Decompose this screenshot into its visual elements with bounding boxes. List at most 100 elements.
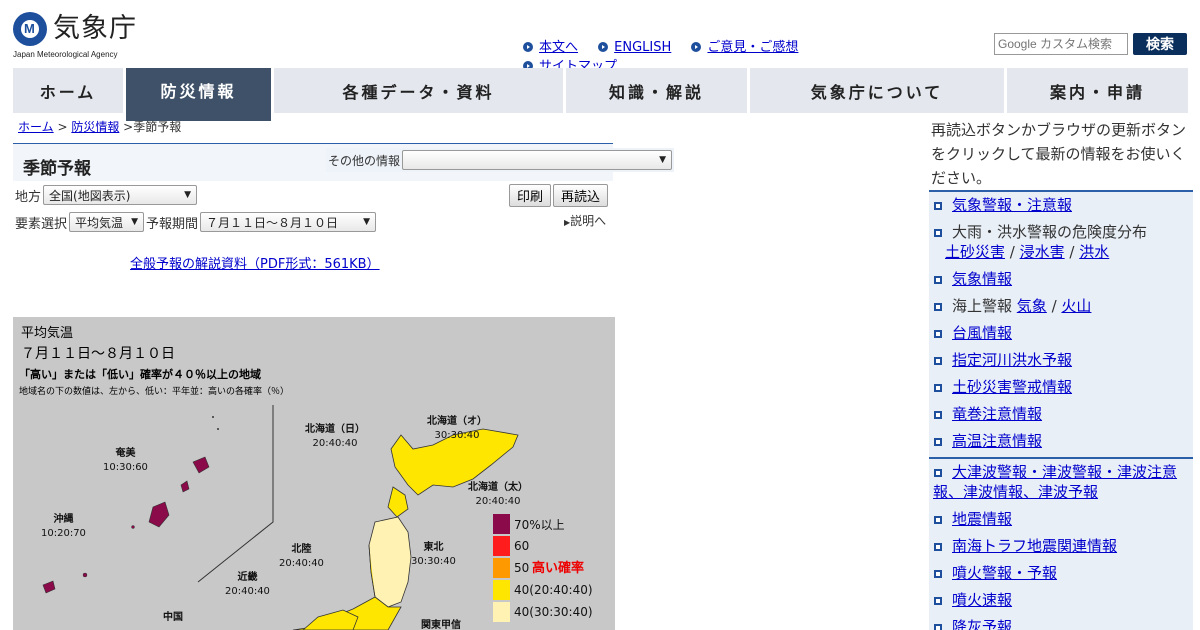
sidebar-item-ashfall[interactable]: 降灰予報 [929, 614, 1193, 630]
sidebar-item-tsunami[interactable]: 大津波警報・津波警報・津波注意報、津波情報、津波予報 [929, 459, 1193, 506]
logo-subtitle: Japan Meteorological Agency [13, 50, 118, 59]
breadcrumb-current: 季節予報 [133, 120, 182, 134]
other-info-select[interactable]: ▼ [402, 150, 673, 170]
nav-knowledge[interactable]: 知識・解説 [566, 68, 750, 113]
sidebar-link-kishou[interactable]: 気象 [1017, 297, 1047, 315]
print-button[interactable]: 印刷 [509, 184, 552, 207]
bullet-icon [934, 624, 942, 630]
sidebar-link-shinsui[interactable]: 浸水害 [1020, 243, 1065, 261]
bullet-icon [934, 229, 942, 237]
map-note: 地域名の下の数値は、左から、低い：平年並：高いの各確率（％） [19, 387, 290, 397]
reload-note: 再読込ボタンかブラウザの更新ボタンをクリックして最新の情報をお使いください。 [929, 118, 1193, 192]
breadcrumb-bosai[interactable]: 防災情報 [71, 120, 119, 134]
breadcrumb-sep: > [53, 120, 72, 134]
sidebar-link-dosha[interactable]: 土砂災害 [945, 243, 1005, 261]
region-label-kinki: 近畿 20:40:40 [225, 572, 270, 597]
region-label-tohoku: 東北 30:30:40 [411, 542, 456, 567]
bullet-icon [934, 303, 942, 311]
arrow-bullet-icon [691, 42, 702, 52]
element-period-control: 要素選択 平均気温 ▼ 予報期間 ７月１１日～８月１０日 ▼ [15, 212, 377, 232]
bullet-icon [934, 438, 942, 446]
sidebar-link[interactable]: 気象情報 [952, 270, 1012, 288]
legend-item: 40(20:40:40) [493, 579, 593, 601]
sidebar: 再読込ボタンかブラウザの更新ボタンをクリックして最新の情報をお使いください。 気… [929, 118, 1193, 630]
period-select[interactable]: ７月１１日～８月１０日 ▼ [200, 212, 377, 232]
sidebar-item-warnings[interactable]: 気象警報・注意報 [929, 192, 1193, 219]
sidebar-link[interactable]: 気象警報・注意報 [952, 196, 1072, 214]
sidebar-menu: 気象警報・注意報 大雨・洪水警報の危険度分布 土砂災害 / 浸水害 / 洪水 気… [929, 192, 1193, 630]
sidebar-item-flood[interactable]: 指定河川洪水予報 [929, 347, 1193, 374]
bullet-icon [934, 469, 942, 477]
bullet-icon [934, 516, 942, 524]
sidebar-item-volcano-warning[interactable]: 噴火警報・予報 [929, 560, 1193, 587]
nav-guide[interactable]: 案内・申請 [1007, 68, 1188, 113]
sidebar-link[interactable]: 噴火警報・予報 [952, 564, 1057, 582]
region-label-okinawa: 沖縄 10:20:70 [41, 514, 86, 539]
sidebar-link[interactable]: 大津波警報・津波警報・津波注意報、津波情報、津波予報 [933, 463, 1177, 501]
sidebar-link[interactable]: 降灰予報 [952, 618, 1012, 630]
sidebar-link-kazan[interactable]: 火山 [1061, 297, 1091, 315]
bullet-icon [934, 357, 942, 365]
region-select[interactable]: 全国(地図表示) ▼ [43, 185, 198, 205]
sidebar-item-landslide[interactable]: 土砂災害警戒情報 [929, 374, 1193, 401]
sidebar-item-eruption-flash[interactable]: 噴火速報 [929, 587, 1193, 614]
action-buttons: 印刷 再読込 [509, 184, 609, 207]
period-select-value: ７月１１日～８月１０日 [206, 215, 339, 230]
region-label-kanto: 関東甲信 [421, 620, 461, 630]
bullet-icon [934, 543, 942, 551]
dropdown-arrow-icon: ▼ [363, 217, 371, 227]
sidebar-link[interactable]: 噴火速報 [952, 591, 1012, 609]
legend-swatch [493, 514, 510, 534]
page-title: 季節予報 [23, 159, 91, 179]
jma-logo-icon [13, 12, 47, 46]
sidebar-label: 大雨・洪水警報の危険度分布 [952, 223, 1148, 241]
sidebar-item-nankai[interactable]: 南海トラフ地震関連情報 [929, 533, 1193, 560]
search-input[interactable] [994, 33, 1128, 55]
sidebar-link-kouzui[interactable]: 洪水 [1079, 243, 1109, 261]
nav-bosai[interactable]: 防災情報 [126, 68, 274, 121]
search-button[interactable]: 検索 [1133, 33, 1187, 55]
region-label-hokkaido-n: 北海道（日） 20:40:40 [305, 424, 365, 449]
sidebar-label: 海上警報 [952, 297, 1013, 315]
global-nav: ホーム 防災情報 各種データ・資料 知識・解説 気象庁について 案内・申請 [13, 68, 1188, 121]
english-link[interactable]: ENGLISH [614, 40, 671, 55]
element-select[interactable]: 平均気温 ▼ [69, 212, 145, 232]
legend-item: 70%以上 [493, 513, 593, 535]
explain-link-label: 説明へ [570, 214, 607, 228]
sidebar-link[interactable]: 高温注意情報 [952, 432, 1042, 450]
breadcrumb-home[interactable]: ホーム [18, 120, 54, 134]
feedback-link[interactable]: ご意見・ご感想 [707, 40, 798, 55]
legend-high-probability: 高い確率 [532, 561, 585, 576]
sidebar-link[interactable]: 竜巻注意情報 [952, 405, 1042, 423]
sidebar-link[interactable]: 台風情報 [952, 324, 1012, 342]
skip-to-content-link[interactable]: 本文へ [539, 40, 578, 55]
site-header: 気象庁 Japan Meteorological Agency 本文へ ENGL… [0, 0, 1200, 74]
sidebar-item-heat[interactable]: 高温注意情報 [929, 428, 1193, 455]
sidebar-link[interactable]: 地震情報 [952, 510, 1012, 528]
pdf-commentary-link[interactable]: 全般予報の解説資料（PDF形式：561KB） [130, 253, 380, 272]
nav-about[interactable]: 気象庁について [750, 68, 1007, 113]
reload-button[interactable]: 再読込 [553, 184, 609, 207]
region-label-amami: 奄美 10:30:60 [103, 448, 148, 473]
other-info-label: その他の情報 [328, 153, 401, 168]
legend-swatch [493, 580, 510, 600]
map-period-title: ７月１１日～８月１０日 [21, 346, 175, 362]
sidebar-link[interactable]: 土砂災害警戒情報 [952, 378, 1072, 396]
logo-text: 気象庁 [53, 13, 137, 44]
sidebar-item-tornado[interactable]: 竜巻注意情報 [929, 401, 1193, 428]
dropdown-arrow-icon: ▼ [131, 217, 139, 227]
region-label-chugoku: 中国 [163, 612, 183, 623]
bullet-icon [934, 276, 942, 284]
element-label: 要素選択 [15, 216, 68, 232]
sidebar-link[interactable]: 指定河川洪水予報 [952, 351, 1072, 369]
sidebar-item-earthquake[interactable]: 地震情報 [929, 506, 1193, 533]
sidebar-link[interactable]: 南海トラフ地震関連情報 [952, 537, 1117, 555]
jma-logo[interactable]: 気象庁 [13, 12, 137, 46]
element-select-value: 平均気温 [75, 215, 124, 230]
region-control: 地方 全国(地図表示) ▼ [15, 185, 198, 205]
sidebar-item-weather-info[interactable]: 気象情報 [929, 266, 1193, 293]
nav-data[interactable]: 各種データ・資料 [274, 68, 566, 113]
nav-home[interactable]: ホーム [13, 68, 126, 113]
sidebar-item-typhoon[interactable]: 台風情報 [929, 320, 1193, 347]
explain-link[interactable]: ▶説明へ [564, 212, 606, 229]
